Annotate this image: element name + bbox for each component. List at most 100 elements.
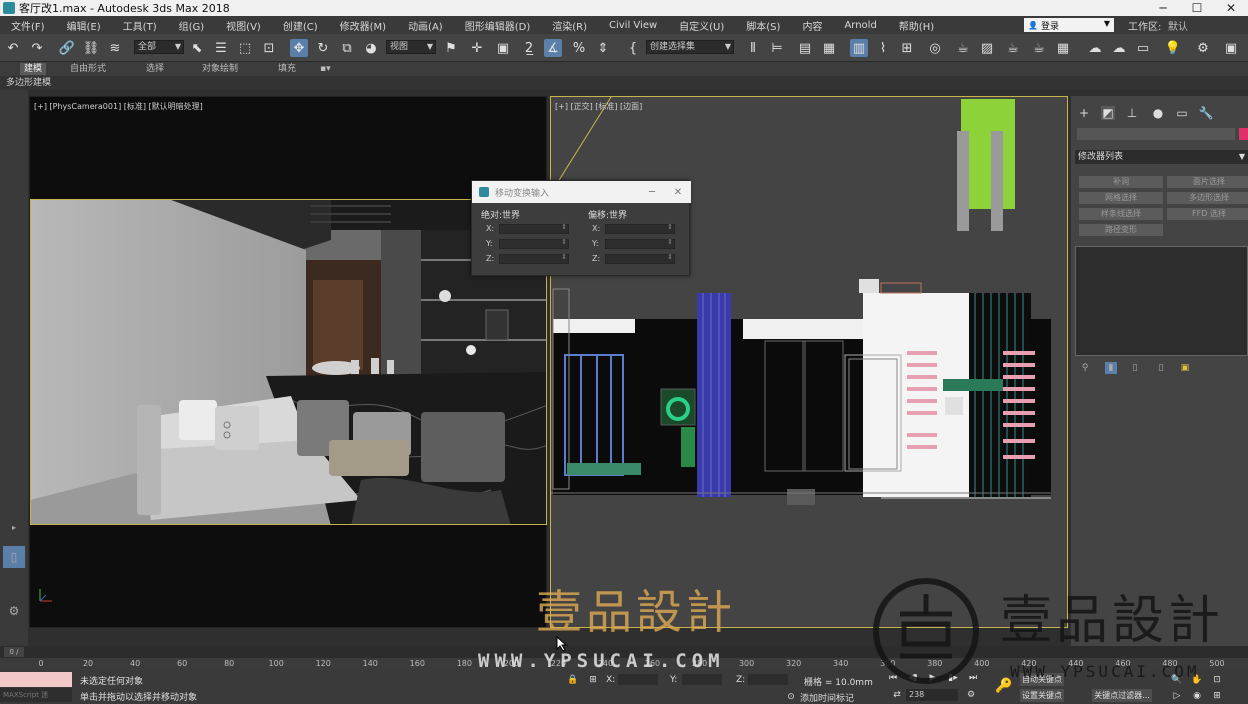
object-color-swatch[interactable]: [1239, 128, 1248, 140]
align-icon[interactable]: ⊨: [768, 39, 786, 57]
tab-populate[interactable]: 填充: [278, 63, 296, 75]
render-setup-icon[interactable]: ☕: [954, 39, 972, 57]
menu-scripting[interactable]: 脚本(S): [735, 18, 791, 33]
offset-z-field[interactable]: [605, 253, 675, 264]
hierarchy-tab-icon[interactable]: ⊥: [1125, 106, 1139, 120]
snaps-toggle-icon[interactable]: 2̲: [520, 39, 538, 57]
make-unique-icon[interactable]: ▯: [1129, 362, 1141, 374]
menu-rendering[interactable]: 渲染(R): [541, 18, 598, 33]
camera-viewport[interactable]: [+] [PhysCamera001] [标准] [默认明暗处理]: [29, 96, 547, 628]
menu-file[interactable]: 文件(F): [0, 18, 56, 33]
tab-selection[interactable]: 选择: [146, 63, 164, 75]
z-coord-field[interactable]: [748, 674, 788, 685]
bind-space-warp-icon[interactable]: ≋: [106, 39, 124, 57]
spline-select-button[interactable]: 样条线选择: [1079, 208, 1163, 220]
tab-object-paint[interactable]: 对象绘制: [202, 63, 238, 75]
viewport-label[interactable]: [+] [PhysCamera001] [标准] [默认明暗处理]: [34, 101, 203, 112]
angle-snap-icon[interactable]: ∡: [544, 39, 562, 57]
ribbon-options-icon[interactable]: ▪▾: [320, 63, 331, 75]
display-tab-icon[interactable]: ▭: [1175, 106, 1189, 120]
render-window-icon[interactable]: ▣: [1222, 39, 1240, 57]
select-by-name-icon[interactable]: ☰: [212, 39, 230, 57]
motion-tab-icon[interactable]: ●: [1151, 106, 1165, 120]
mirror-icon[interactable]: ⫴: [744, 39, 762, 57]
curve-editor-icon[interactable]: ⌇: [874, 39, 892, 57]
menu-animation[interactable]: 动画(A): [397, 18, 454, 33]
reference-coordinate-dropdown[interactable]: 视图 ▼: [386, 40, 436, 54]
menu-help[interactable]: 帮助(H): [888, 18, 945, 33]
selection-filter-dropdown[interactable]: 全部 ▼: [134, 40, 184, 54]
menu-graph-editors[interactable]: 图形编辑器(D): [454, 18, 542, 33]
maxscript-label[interactable]: MAXScript 迷: [0, 688, 72, 702]
create-tab-icon[interactable]: +: [1077, 106, 1091, 120]
login-dropdown[interactable]: 👤 登录 ▼: [1024, 18, 1114, 32]
rendered-frame-window-icon[interactable]: ▨: [978, 39, 996, 57]
x-coord-field[interactable]: [618, 674, 658, 685]
maximize-button[interactable]: ☐: [1180, 0, 1214, 16]
maxscript-listener[interactable]: MAXScript 迷: [0, 672, 72, 702]
close-button[interactable]: ✕: [1214, 0, 1248, 16]
absolute-mode-icon[interactable]: ⊞: [586, 674, 600, 686]
link-icon[interactable]: 🔗: [58, 39, 76, 57]
viewport-layout-icon[interactable]: ▯: [3, 546, 25, 568]
percent-snap-icon[interactable]: %: [570, 39, 588, 57]
undo-icon[interactable]: ↶: [4, 39, 22, 57]
spinner-snap-icon[interactable]: ⇕: [594, 39, 612, 57]
ribbon-subpanel[interactable]: 多边形建模: [0, 76, 1248, 90]
maxscript-input[interactable]: [0, 672, 72, 687]
offset-x-field[interactable]: [605, 223, 675, 234]
cloud-icon[interactable]: ☁: [1110, 39, 1128, 57]
orbit-icon[interactable]: ◉: [1190, 690, 1204, 702]
object-name-field[interactable]: [1077, 128, 1235, 140]
gallery-icon[interactable]: ▭: [1134, 39, 1152, 57]
time-tag-icon[interactable]: ⊙: [784, 691, 798, 703]
current-frame-field[interactable]: 238: [906, 689, 958, 701]
menu-arnold[interactable]: Arnold: [833, 20, 887, 31]
select-scale-icon[interactable]: ⧉: [338, 39, 356, 57]
arnold-icon[interactable]: ⚙: [1194, 39, 1212, 57]
y-coord-field[interactable]: [682, 674, 722, 685]
minimize-button[interactable]: ─: [1146, 0, 1180, 16]
settings-gear-icon[interactable]: ⚙: [3, 600, 25, 622]
menu-create[interactable]: 创建(C): [272, 18, 329, 33]
configure-sets-icon[interactable]: ▣: [1179, 362, 1191, 374]
key-filters-button[interactable]: 关键点过滤器...: [1092, 689, 1152, 702]
show-end-result-icon[interactable]: ▮: [1105, 362, 1117, 374]
remove-modifier-icon[interactable]: ▯: [1155, 362, 1167, 374]
dialog-minimize-button[interactable]: ─: [639, 187, 665, 198]
tab-freeform[interactable]: 自由形式: [70, 63, 106, 75]
viewport-label[interactable]: [+] [正交] [标准] [边面]: [555, 101, 642, 112]
front-viewport[interactable]: [+] [正交] [标准] [边面]: [550, 96, 1068, 628]
schematic-view-icon[interactable]: ⊞: [898, 39, 916, 57]
select-place-icon[interactable]: ◕: [362, 39, 380, 57]
redo-icon[interactable]: ↷: [28, 39, 46, 57]
zoom-extents-icon[interactable]: ⊡: [1210, 674, 1224, 686]
set-key-button[interactable]: 设置关键点: [1020, 689, 1064, 702]
scene-explorer-icon[interactable]: ▤: [796, 39, 814, 57]
select-manipulate-icon[interactable]: ✛: [468, 39, 486, 57]
cap-holes-button[interactable]: 补洞: [1079, 176, 1163, 188]
pin-stack-icon[interactable]: ⚲: [1079, 362, 1091, 374]
workspace-dropdown[interactable]: 默认: [1168, 18, 1188, 33]
select-rotate-icon[interactable]: ↻: [314, 39, 332, 57]
menu-views[interactable]: 视图(V): [215, 18, 272, 33]
field-of-view-icon[interactable]: ▷: [1170, 690, 1184, 702]
ffd-select-button[interactable]: FFD 选择: [1167, 208, 1248, 220]
material-editor-icon[interactable]: ◎: [926, 39, 944, 57]
menu-customize[interactable]: 自定义(U): [668, 18, 735, 33]
dialog-close-button[interactable]: ✕: [665, 187, 691, 198]
mesh-select-button[interactable]: 网格选择: [1079, 192, 1163, 204]
menu-tools[interactable]: 工具(T): [112, 18, 168, 33]
menu-modifiers[interactable]: 修改器(M): [329, 18, 397, 33]
layer-explorer-icon[interactable]: ▦: [820, 39, 838, 57]
menu-civil-view[interactable]: Civil View: [598, 20, 668, 31]
light-icon[interactable]: 💡: [1164, 39, 1182, 57]
abs-z-field[interactable]: [499, 253, 569, 264]
lock-selection-icon[interactable]: 🔒: [566, 674, 580, 686]
window-crossing-icon[interactable]: ⊡: [260, 39, 278, 57]
modifier-stack[interactable]: [1075, 246, 1248, 356]
toggle-ribbon-icon[interactable]: ▥: [850, 39, 868, 57]
offset-y-field[interactable]: [605, 238, 675, 249]
unlink-icon[interactable]: ⛓: [82, 39, 100, 57]
rectangular-selection-icon[interactable]: ⬚: [236, 39, 254, 57]
